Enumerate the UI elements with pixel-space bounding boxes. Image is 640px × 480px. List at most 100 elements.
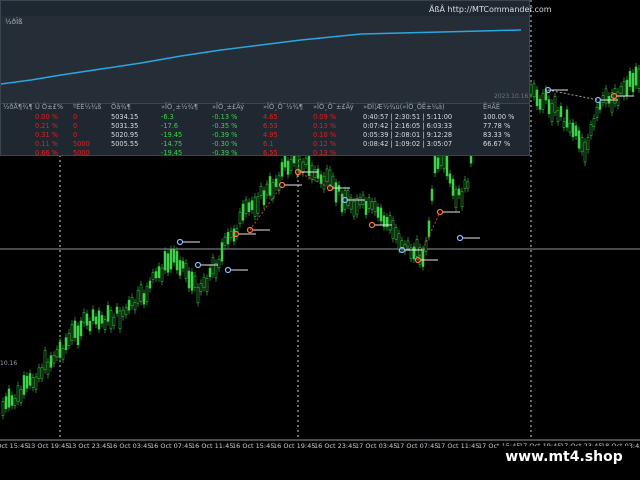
candle-body [160, 267, 164, 282]
candle-body [199, 283, 203, 292]
column-header: »ÏÓ¸Ô¯±£Äý [313, 103, 354, 111]
candle-body [94, 316, 98, 325]
candle-body [70, 324, 74, 342]
candle-body [13, 397, 17, 406]
x-tick-label: 17 Oct 07:45 [396, 442, 439, 450]
candle-body [376, 206, 380, 218]
equity-line [1, 29, 522, 85]
candle-body [103, 319, 107, 330]
candle-body [589, 124, 593, 136]
candle-body [67, 332, 71, 346]
table-cell: 0:40:57 | 2:30:51 | 5:11:00 [363, 113, 453, 121]
candle-body [10, 395, 14, 406]
candle-body [538, 98, 542, 110]
candle-body [241, 203, 245, 221]
candle-body [88, 320, 92, 332]
candle-body [355, 198, 359, 215]
candle-body [310, 165, 314, 180]
table-cell: 5034.15 [111, 113, 139, 121]
candle-body [397, 233, 401, 250]
candle-body [535, 89, 539, 107]
candle-body [4, 396, 8, 410]
candle-body [247, 202, 251, 213]
y-axis-label: 10.16 [0, 360, 18, 367]
candle-body [541, 93, 545, 110]
table-cell: 0.11 % [35, 140, 59, 148]
candle-body [238, 211, 242, 224]
panel-title[interactable]: ÄßÂ http://MTCommander.com [429, 5, 552, 14]
candle-body [82, 312, 86, 324]
candle-body [433, 155, 437, 174]
candle-body [415, 238, 419, 257]
table-cell: 0.21 % [35, 122, 59, 130]
candle-body [424, 240, 428, 252]
candle-body [550, 103, 554, 123]
candle-body [121, 309, 125, 318]
candle-body [118, 310, 122, 330]
candle-body [379, 207, 383, 222]
candle-body [145, 286, 149, 302]
candle-body [148, 280, 152, 289]
x-tick-label: 13 Oct 19:45 [27, 442, 70, 450]
candle-body [448, 173, 452, 184]
candle-body [580, 137, 584, 153]
candle-body [604, 88, 608, 104]
trade-marker [194, 261, 202, 269]
candle-body [184, 262, 188, 279]
equity-date-label: 2023.10.16 [494, 93, 529, 100]
candle-body [124, 307, 128, 315]
column-header: ½ðÅ¶¾¶ [3, 103, 33, 111]
candle-body [358, 196, 362, 206]
candle-body [592, 117, 596, 127]
statistics-panel[interactable]: ÄßÂ http://MTCommander.com ½ðÏß 2023.10.… [0, 0, 552, 157]
candle-body [556, 110, 560, 122]
candle-body [43, 350, 47, 370]
table-cell: 6.55 [263, 149, 278, 157]
table-cell: -0.39 % [212, 149, 238, 157]
x-tick-label: 16 Oct 15:45 [232, 442, 275, 450]
candle-body [76, 325, 80, 346]
equity-curve-area [1, 16, 529, 104]
candle-body [595, 107, 599, 118]
table-cell: 0 [73, 122, 78, 130]
table-cell: 5031.35 [111, 122, 139, 130]
table-cell: 0 [73, 113, 78, 121]
candle-body [343, 190, 347, 210]
candle-body [61, 348, 65, 360]
candle-body [202, 276, 206, 288]
candle-body [601, 95, 605, 103]
column-header: »ÏÓ¸Ô¯½¾¶ [263, 103, 303, 111]
candle-body [175, 250, 179, 271]
candle-body [130, 297, 134, 307]
candle-body [139, 284, 143, 302]
candle-body [193, 275, 197, 288]
candle-body [112, 316, 116, 326]
table-cell: 0.66 % [35, 149, 59, 157]
candle-body [421, 249, 425, 267]
candle-body [388, 215, 392, 231]
candle-body [559, 106, 563, 117]
candle-body [409, 247, 413, 259]
candle-body [259, 186, 263, 196]
brand-watermark[interactable]: www.mt4.shop [497, 446, 631, 468]
x-tick-label: 16 Oct 03:45 [109, 442, 152, 450]
table-cell: 5020.95 [111, 131, 139, 139]
trade-marker [368, 221, 376, 229]
table-cell: -19.45 [161, 149, 183, 157]
trade-marker [224, 266, 232, 274]
table-cell: 6.53 [263, 122, 278, 130]
candle-body [568, 122, 572, 133]
table-cell: -14.75 [161, 140, 183, 148]
x-tick-label: 13 Oct 15:45 [0, 442, 29, 450]
x-tick-label: 17 Oct 03:45 [355, 442, 398, 450]
table-cell: 5000 [73, 149, 90, 157]
candle-body [571, 122, 575, 138]
table-cell: 0.13 % [313, 122, 337, 130]
trade-marker [456, 234, 464, 242]
candle-body [307, 155, 311, 176]
table-cell: -19.45 [161, 131, 183, 139]
candle-body [100, 315, 104, 324]
candle-body [142, 293, 146, 305]
table-cell: 5005.55 [111, 140, 139, 148]
candle-body [622, 81, 626, 97]
